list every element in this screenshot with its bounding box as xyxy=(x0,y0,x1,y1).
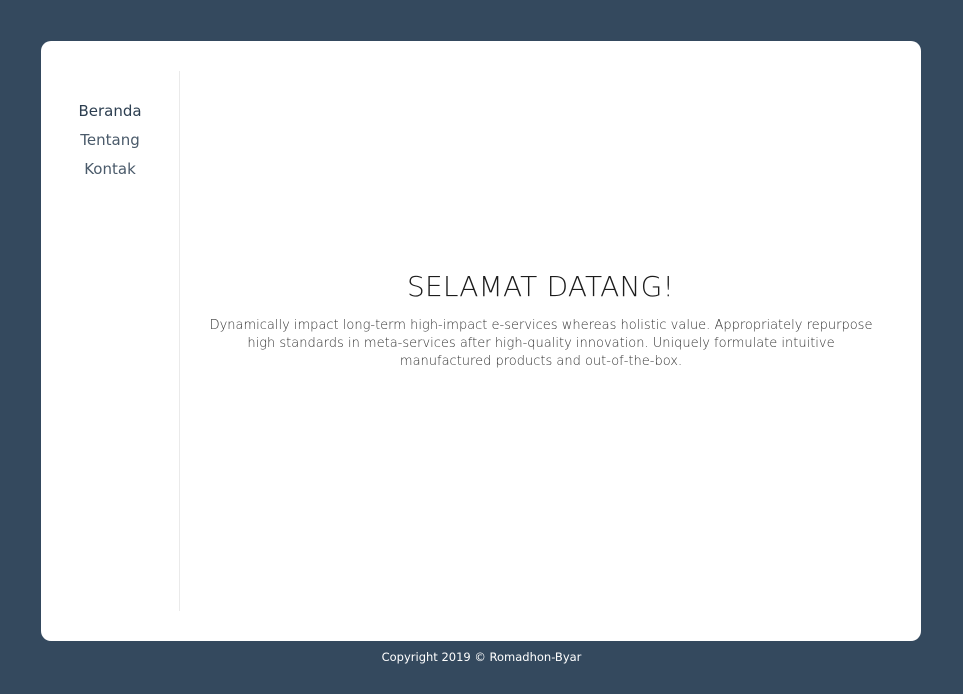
page-title: SELAMAT DATANG! xyxy=(406,270,674,303)
page-description: Dynamically impact long-term high-impact… xyxy=(209,318,873,369)
footer-copyright: Copyright 2019 © Romadhon-Byar xyxy=(381,650,582,664)
sidebar: Beranda Tentang Kontak xyxy=(41,71,180,611)
main-card: Beranda Tentang Kontak SELAMAT DATANG! D… xyxy=(41,41,921,641)
main-content: SELAMAT DATANG! Dynamically impact long-… xyxy=(180,41,921,641)
nav-menu: Beranda Tentang Kontak xyxy=(41,101,179,188)
nav-item-kontak[interactable]: Kontak xyxy=(41,159,179,188)
nav-item-beranda[interactable]: Beranda xyxy=(41,101,179,130)
nav-item-tentang[interactable]: Tentang xyxy=(41,130,179,159)
